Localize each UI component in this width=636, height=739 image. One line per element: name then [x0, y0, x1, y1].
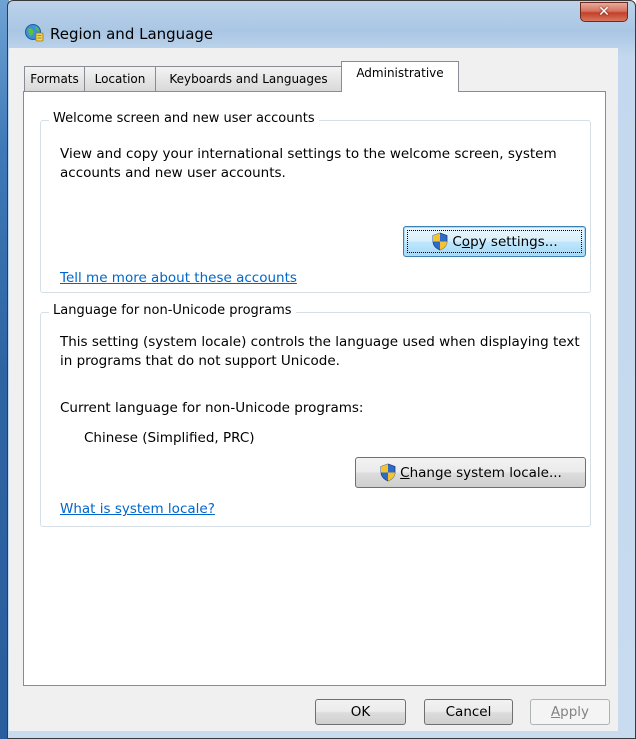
tab-administrative-label: Administrative: [356, 66, 444, 80]
tab-location-label: Location: [94, 72, 146, 86]
welcome-group-legend: Welcome screen and new user accounts: [49, 111, 319, 126]
current-language-value: Chinese (Simplified, PRC): [84, 430, 255, 446]
region-and-language-window: Region and Language ✕ Formats Location K…: [0, 0, 636, 739]
tab-keyboards-label: Keyboards and Languages: [169, 72, 328, 86]
change-system-locale-button[interactable]: Change system locale...: [355, 457, 586, 488]
copy-settings-label: Copy settings...: [452, 233, 558, 250]
tell-me-more-link[interactable]: Tell me more about these accounts: [60, 270, 297, 286]
tab-administrative[interactable]: Administrative: [341, 61, 459, 92]
uac-shield-icon: [380, 463, 396, 482]
apply-button-label: Apply: [550, 704, 590, 720]
welcome-description: View and copy your international setting…: [60, 146, 557, 181]
system-locale-description: This setting (system locale) controls th…: [60, 334, 580, 369]
ok-button[interactable]: OK: [315, 699, 406, 725]
current-language-label: Current language for non-Unicode program…: [60, 400, 364, 416]
tab-formats-label: Formats: [30, 72, 79, 86]
window-title: Region and Language: [50, 25, 214, 43]
apply-button[interactable]: Apply: [530, 699, 610, 725]
administrative-panel: Welcome screen and new user accounts Vie…: [23, 91, 606, 686]
client-area: Formats Location Keyboards and Languages…: [9, 48, 618, 731]
close-icon: ✕: [598, 4, 610, 20]
ok-button-label: OK: [350, 704, 371, 720]
uac-shield-icon: [432, 232, 448, 251]
tab-location[interactable]: Location: [84, 66, 156, 91]
change-system-locale-label: Change system locale...: [400, 464, 562, 481]
copy-settings-button[interactable]: Copy settings...: [403, 226, 586, 257]
region-language-globe-icon: [25, 24, 44, 42]
non-unicode-language-group: Language for non-Unicode programs This s…: [40, 303, 591, 527]
tab-keyboards-and-languages[interactable]: Keyboards and Languages: [155, 66, 342, 91]
cancel-button-label: Cancel: [445, 704, 492, 720]
tab-formats[interactable]: Formats: [24, 66, 85, 91]
non-unicode-group-legend: Language for non-Unicode programs: [49, 303, 296, 318]
cancel-button[interactable]: Cancel: [424, 699, 513, 725]
title-bar[interactable]: Region and Language ✕: [8, 1, 635, 49]
welcome-screen-group: Welcome screen and new user accounts Vie…: [40, 111, 591, 293]
what-is-system-locale-link[interactable]: What is system locale?: [60, 501, 215, 517]
close-button[interactable]: ✕: [580, 2, 628, 22]
